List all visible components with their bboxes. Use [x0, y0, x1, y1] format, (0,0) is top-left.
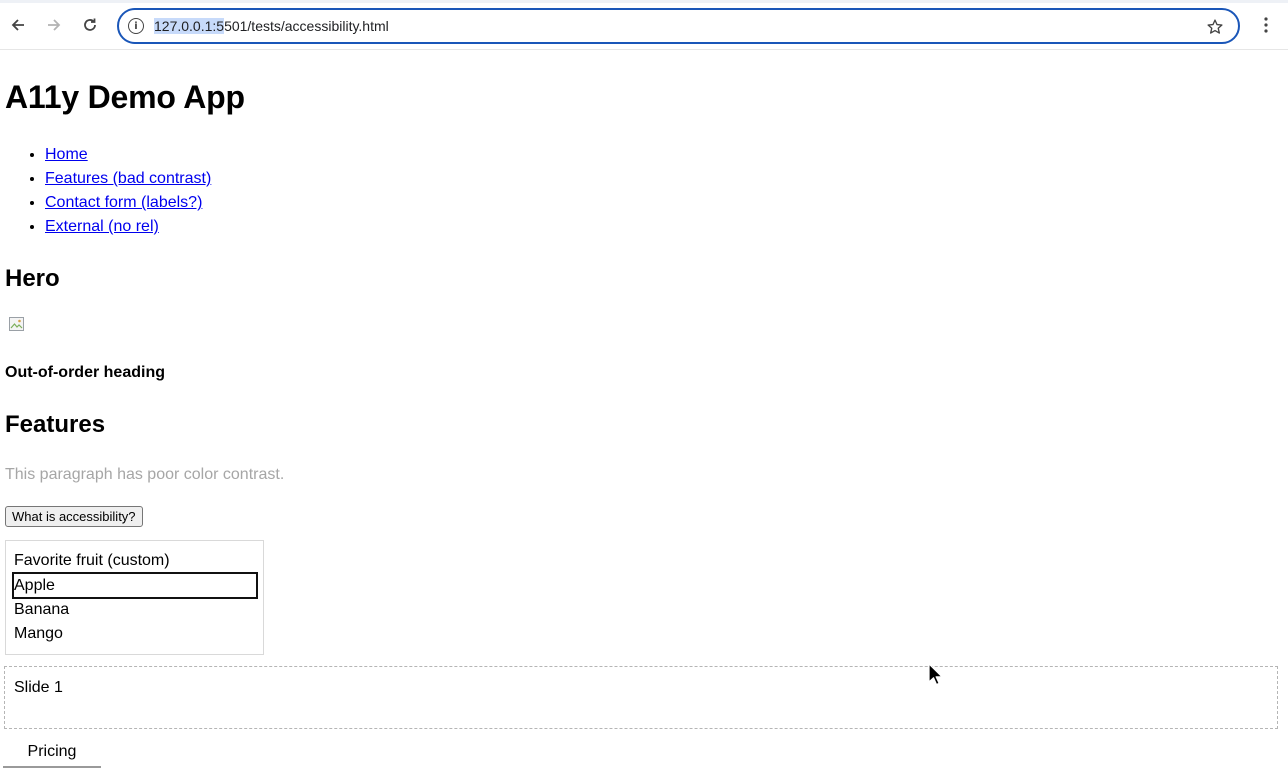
nav-link-contact[interactable]: Contact form (labels?) — [45, 194, 202, 211]
what-is-accessibility-button[interactable]: What is accessibility? — [5, 506, 143, 527]
url-selected-part: 127.0.0.1:5 — [154, 18, 225, 34]
kebab-menu-icon[interactable] — [1257, 12, 1275, 38]
tab-pricing[interactable]: Pricing — [3, 738, 101, 768]
nav-item: Features (bad contrast) — [45, 167, 211, 191]
low-contrast-paragraph: This paragraph has poor color contrast. — [5, 466, 285, 483]
favorite-fruit-listbox[interactable]: Favorite fruit (custom) Apple Banana Man… — [5, 540, 264, 655]
arrow-left-icon[interactable] — [5, 12, 31, 38]
fruit-option-banana[interactable]: Banana — [12, 597, 258, 624]
nav-link-features[interactable]: Features (bad contrast) — [45, 170, 211, 187]
reload-icon[interactable] — [77, 12, 103, 38]
arrow-right-icon[interactable] — [41, 12, 67, 38]
nav-item: External (no rel) — [45, 215, 211, 239]
features-heading: Features — [5, 411, 106, 438]
carousel-slide: Slide 1 — [14, 679, 63, 696]
browser-toolbar: i 127.0.0.1:5501/tests/accessibility.htm… — [0, 0, 1288, 50]
nav-list: Home Features (bad contrast) Contact for… — [5, 143, 211, 239]
info-icon[interactable]: i — [128, 18, 144, 34]
url-rest: 501/tests/accessibility.html — [224, 18, 389, 34]
carousel[interactable]: Slide 1 — [4, 666, 1278, 729]
nav-item: Contact form (labels?) — [45, 191, 211, 215]
nav-item: Home — [45, 143, 211, 167]
page-content: A11y Demo App Home Features (bad contras… — [0, 51, 1288, 768]
nav-link-home[interactable]: Home — [45, 146, 88, 163]
tab-strip-edge — [0, 0, 1288, 3]
address-bar[interactable]: i 127.0.0.1:5501/tests/accessibility.htm… — [117, 8, 1240, 44]
fruit-option-apple[interactable]: Apple — [12, 572, 258, 599]
nav-link-external[interactable]: External (no rel) — [45, 218, 159, 235]
hero-heading: Hero — [5, 265, 60, 292]
out-of-order-heading: Out-of-order heading — [5, 364, 165, 381]
favorite-fruit-label: Favorite fruit (custom) — [14, 552, 170, 569]
broken-image-icon — [8, 316, 25, 332]
fruit-option-mango[interactable]: Mango — [12, 621, 258, 648]
page-title: A11y Demo App — [5, 79, 245, 115]
mouse-cursor-icon — [928, 663, 944, 687]
url-text[interactable]: 127.0.0.1:5501/tests/accessibility.html — [154, 18, 389, 34]
star-icon[interactable] — [1206, 15, 1224, 42]
